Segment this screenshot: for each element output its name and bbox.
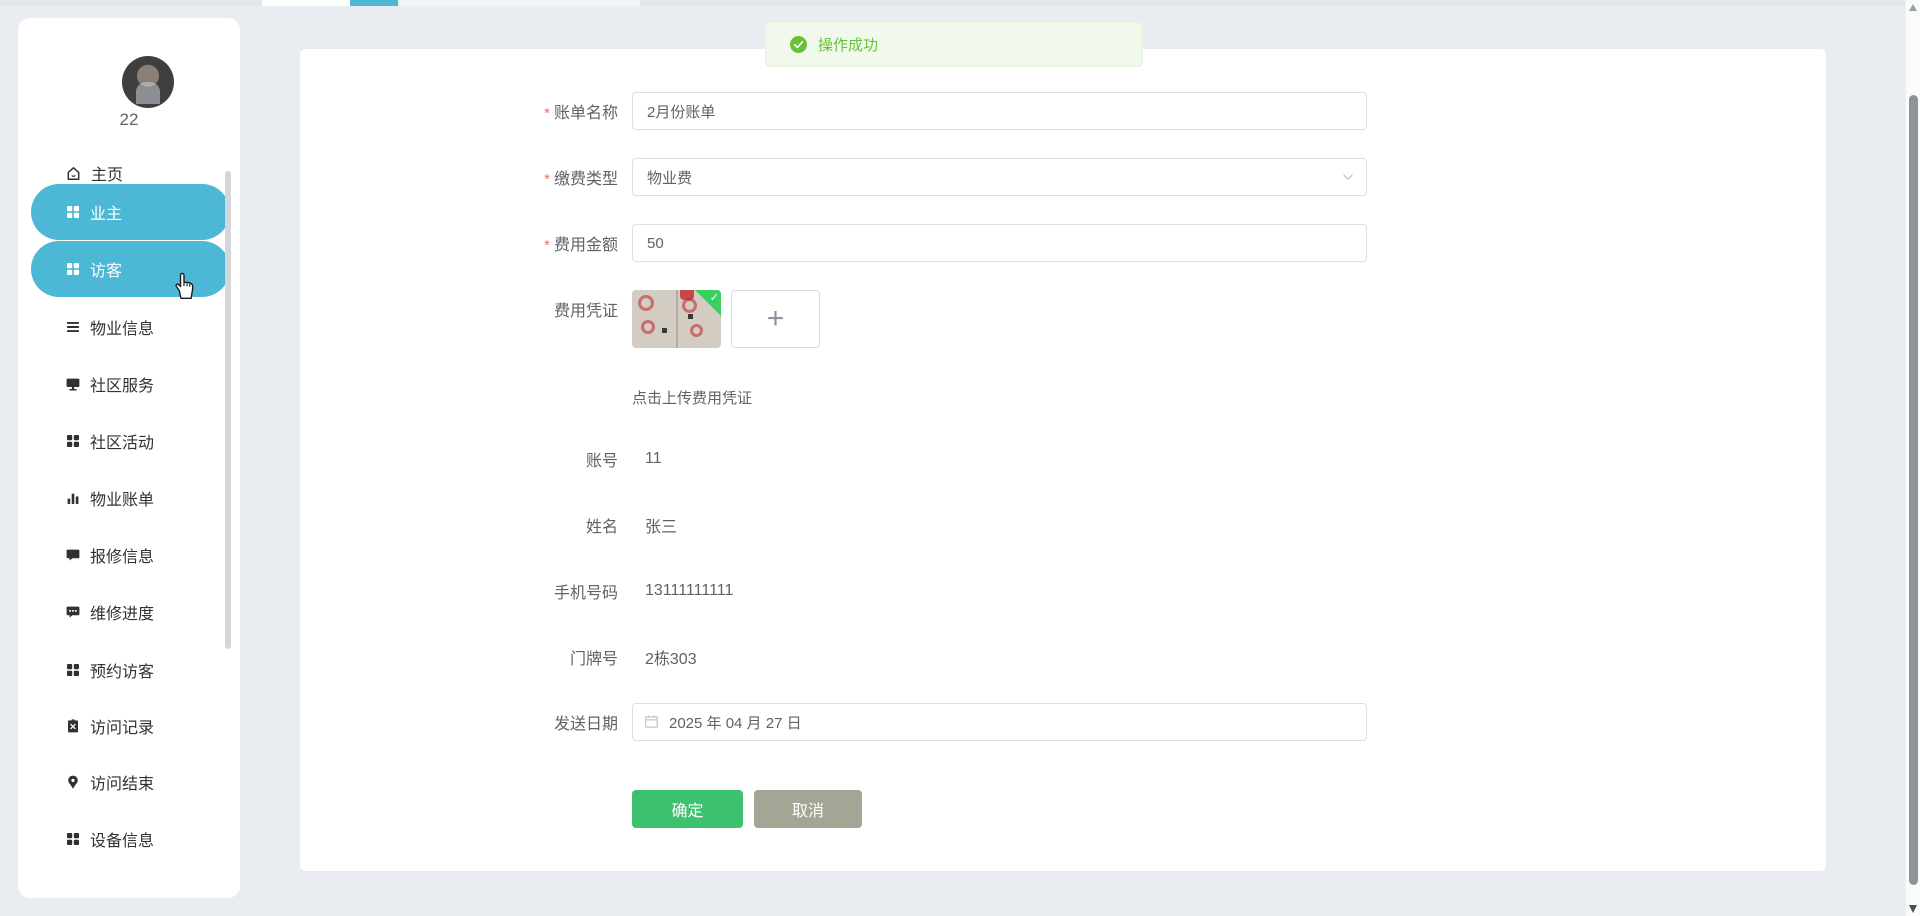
form-row-account: 账号 11 (430, 449, 1367, 470)
door-no-value: 2栋303 (645, 651, 697, 668)
sidebar-item-property-bills[interactable]: 物业账单 (65, 485, 154, 511)
voucher-upload-hint: 点击上传费用凭证 (632, 390, 753, 407)
sidebar-item-label: 物业信息 (90, 321, 155, 338)
fee-type-select[interactable] (632, 158, 1367, 196)
success-check-icon (790, 36, 807, 53)
account-value: 11 (645, 450, 662, 467)
chat-icon (66, 549, 80, 561)
bar-chart-icon (67, 493, 79, 504)
bill-name-label: * 账单名称 (544, 105, 618, 122)
grid-icon (67, 263, 79, 275)
send-date-label: 发送日期 (553, 716, 618, 733)
phone-value: 13111111111 (645, 582, 734, 599)
chat-dots-icon (66, 606, 80, 618)
door-no-label: 门牌号 (569, 651, 618, 668)
clipboard-x-icon (68, 719, 78, 733)
required-asterisk: * (544, 105, 550, 122)
sidebar-item-label: 设备信息 (90, 833, 155, 850)
send-date-input[interactable] (632, 703, 1367, 741)
sidebar-item-label: 物业账单 (90, 492, 155, 509)
sidebar-item-booked-visitors[interactable]: 预约访客 (65, 657, 154, 683)
confirm-button[interactable]: 确定 (632, 790, 743, 828)
sidebar-item-label: 维修进度 (90, 606, 155, 623)
form-row-bill-name: * 账单名称 (430, 92, 1367, 130)
required-asterisk: * (544, 171, 550, 188)
required-asterisk: * (544, 237, 550, 254)
form-row-name: 姓名 张三 (430, 515, 1367, 536)
top-tab-segment-active[interactable] (350, 0, 398, 6)
home-icon (67, 166, 80, 180)
sidebar: 22 主页 业主 访客 物业信息 社区服务 社区活动 物业账单 报修信息 维修进… (18, 18, 240, 898)
sidebar-scrollbar-thumb[interactable] (225, 171, 231, 649)
form-row-voucher: 费用凭证 (430, 290, 1367, 328)
sidebar-item-visitors[interactable]: 访客 (31, 241, 230, 297)
sidebar-item-visit-records[interactable]: 访问记录 (65, 713, 154, 739)
toast-message: 操作成功 (818, 37, 879, 54)
sidebar-item-label: 报修信息 (90, 549, 155, 566)
pin-icon (68, 775, 78, 789)
sidebar-item-repair-info[interactable]: 报修信息 (65, 542, 154, 568)
sidebar-item-label: 访问结束 (90, 776, 155, 793)
fee-amount-label: * 费用金额 (544, 237, 618, 254)
username: 22 (119, 110, 139, 129)
sidebar-item-label: 主页 (91, 167, 124, 184)
name-value: 张三 (645, 519, 678, 536)
voucher-label: 费用凭证 (553, 303, 618, 320)
monitor-icon (66, 378, 80, 391)
voucher-upload-button[interactable]: + (731, 290, 820, 348)
form-row-fee-amount: * 费用金额 (430, 224, 1367, 262)
sidebar-item-owners[interactable]: 业主 (31, 184, 230, 240)
fee-amount-input[interactable] (632, 224, 1367, 262)
grid-icon (67, 833, 79, 845)
grid-icon (67, 206, 79, 218)
calendar-icon (645, 715, 658, 728)
scrollbar-thumb[interactable] (1909, 95, 1918, 885)
form-row-phone: 手机号码 13111111111 (430, 581, 1367, 602)
fee-type-label: * 缴费类型 (544, 171, 618, 188)
sidebar-item-home[interactable]: 主页 (65, 160, 123, 186)
sidebar-item-label: 社区活动 (90, 435, 155, 452)
account-label: 账号 (585, 453, 618, 470)
form-row-send-date: 发送日期 (430, 703, 1367, 741)
form-row-door-no: 门牌号 2栋303 (430, 647, 1367, 668)
scrollbar-up-arrow[interactable] (1909, 4, 1917, 11)
sidebar-item-community-activity[interactable]: 社区活动 (65, 428, 154, 454)
sidebar-item-label: 访客 (90, 263, 123, 280)
grid-icon (67, 664, 79, 676)
sidebar-item-repair-progress[interactable]: 维修进度 (65, 599, 154, 625)
sidebar-item-label: 业主 (90, 206, 123, 223)
grid-icon (67, 435, 79, 447)
sidebar-item-label: 预约访客 (90, 664, 155, 681)
sidebar-item-device-info[interactable]: 设备信息 (65, 826, 154, 852)
top-tab-segment[interactable] (262, 0, 350, 6)
bill-name-input[interactable] (632, 92, 1367, 130)
avatar[interactable] (122, 56, 174, 108)
voucher-thumbnail[interactable]: ✓ (632, 290, 721, 348)
scrollbar-down-arrow[interactable] (1909, 905, 1917, 913)
sidebar-item-property-info[interactable]: 物业信息 (65, 314, 154, 340)
phone-label: 手机号码 (553, 585, 618, 602)
plus-icon: + (766, 302, 785, 335)
voucher-check-icon: ✓ (709, 292, 719, 304)
sidebar-item-label: 社区服务 (90, 378, 155, 395)
name-label: 姓名 (585, 519, 618, 536)
top-tab-segment[interactable] (399, 0, 640, 6)
list-icon (67, 322, 79, 332)
sidebar-item-visit-end[interactable]: 访问结束 (65, 769, 154, 795)
cancel-button[interactable]: 取消 (754, 790, 862, 828)
fee-type-select-value[interactable] (632, 158, 1367, 196)
send-date-picker[interactable] (632, 703, 1367, 741)
sidebar-item-community-service[interactable]: 社区服务 (65, 371, 154, 397)
form-row-fee-type: * 缴费类型 (430, 158, 1367, 196)
page-scrollbar[interactable] (1905, 0, 1920, 916)
sidebar-item-label: 访问记录 (90, 720, 155, 737)
success-toast: 操作成功 (765, 22, 1143, 67)
chevron-down-icon (1343, 174, 1353, 180)
